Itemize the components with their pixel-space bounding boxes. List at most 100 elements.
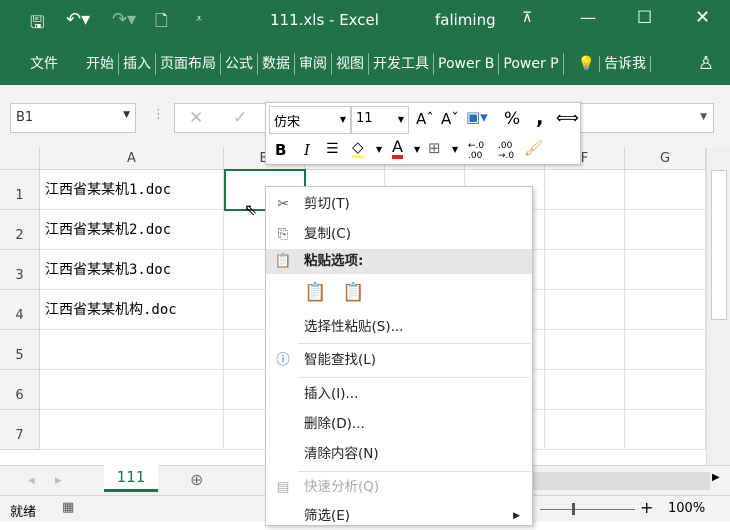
comma-style-button[interactable]: , [536, 105, 544, 129]
format-painter-icon[interactable]: 🖌 [524, 139, 543, 157]
tab-page-layout[interactable]: 页面布局 [156, 52, 221, 75]
chevron-down-icon[interactable]: ▼ [414, 145, 420, 154]
paste-values-icon[interactable]: 📋 [342, 282, 364, 303]
select-all[interactable] [0, 148, 40, 170]
tab-power-pivot[interactable]: Power P [499, 52, 564, 75]
cell-F1[interactable] [545, 170, 625, 210]
scroll-thumb[interactable] [711, 170, 727, 320]
font-name-select[interactable]: 仿宋 ▼ [269, 106, 351, 134]
cell-A7[interactable] [40, 410, 224, 450]
decrease-font-icon[interactable]: Aˇ [441, 110, 459, 128]
row-header-6[interactable]: 6 [0, 370, 40, 410]
font-color-button[interactable]: A [392, 138, 403, 159]
tab-data[interactable]: 数据 [258, 52, 295, 75]
cell-F5[interactable] [545, 330, 625, 370]
macro-record-icon[interactable]: ▦ [62, 500, 74, 515]
cell-F3[interactable] [545, 250, 625, 290]
customize-qat-icon[interactable]: ⩡ [196, 12, 202, 26]
tab-developer[interactable]: 开发工具 [369, 52, 434, 75]
menu-copy[interactable]: ⎘ 复制(C) [266, 220, 532, 248]
chevron-down-icon[interactable]: ▼ [452, 145, 458, 154]
menu-quick-analysis[interactable]: ▤ 快速分析(Q) [266, 473, 532, 501]
minimize-button[interactable]: — [580, 8, 596, 27]
redo-icon[interactable]: ↷▾ [112, 9, 136, 30]
italic-button[interactable]: I [304, 141, 310, 159]
cell-G2[interactable] [625, 210, 706, 250]
font-size-select[interactable]: 11 ▼ [351, 106, 409, 134]
cell-F6[interactable] [545, 370, 625, 410]
menu-insert[interactable]: 插入(I)... [266, 380, 532, 408]
cell-G3[interactable] [625, 250, 706, 290]
cell-F2[interactable] [545, 210, 625, 250]
cell-G1[interactable] [625, 170, 706, 210]
tab-home[interactable]: 开始 [82, 52, 119, 75]
increase-font-icon[interactable]: Aˆ [416, 110, 434, 128]
row-header-4[interactable]: 4 [0, 290, 40, 330]
row-header-5[interactable]: 5 [0, 330, 40, 370]
tab-file[interactable]: 文件 [26, 53, 62, 75]
merge-center-icon[interactable]: ⟺ [556, 108, 579, 127]
percent-button[interactable]: % [504, 109, 520, 129]
paste-icon[interactable]: 📋 [304, 282, 326, 303]
zoom-slider-thumb[interactable] [572, 503, 575, 515]
tell-me[interactable]: 💡 告诉我 [570, 53, 655, 75]
cell-F4[interactable] [545, 290, 625, 330]
tab-formulas[interactable]: 公式 [221, 52, 258, 75]
cell-G7[interactable] [625, 410, 706, 450]
menu-cut[interactable]: ✂ 剪切(T) [266, 190, 532, 218]
share-icon[interactable]: ♙ [694, 53, 718, 75]
cell-G5[interactable] [625, 330, 706, 370]
cell-G6[interactable] [625, 370, 706, 410]
name-box[interactable]: B1 ▼ [10, 103, 136, 133]
fill-color-icon[interactable]: ◇ [352, 139, 364, 158]
user-name[interactable]: faliming [435, 11, 496, 29]
row-header-7[interactable]: 7 [0, 410, 40, 450]
close-button[interactable]: ✕ [695, 7, 710, 28]
zoom-slider[interactable] [540, 509, 635, 510]
align-center-icon[interactable]: ☰ [326, 141, 339, 157]
sheet-tab-111[interactable]: 111 [104, 465, 158, 492]
cell-A3[interactable]: 江西省某某机3.doc [40, 250, 224, 290]
enter-icon[interactable]: ✓ [233, 108, 247, 128]
cell-F7[interactable] [545, 410, 625, 450]
menu-paste-special[interactable]: 选择性粘贴(S)... [266, 313, 532, 341]
cell-A1[interactable]: 江西省某某机1.doc [40, 170, 224, 210]
menu-delete[interactable]: 删除(D)... [266, 410, 532, 438]
row-header-2[interactable]: 2 [0, 210, 40, 250]
scroll-right-icon[interactable]: ▸ [55, 473, 62, 488]
row-header-1[interactable]: 1 [0, 170, 40, 210]
tab-power-bi[interactable]: Power B [434, 52, 500, 75]
tab-review[interactable]: 审阅 [295, 52, 332, 75]
cell-A4[interactable]: 江西省某某机构.doc [40, 290, 224, 330]
save-icon[interactable]: 🖫 [30, 10, 44, 39]
scroll-left-icon[interactable]: ◂ [28, 473, 35, 488]
tab-insert[interactable]: 插入 [119, 52, 156, 75]
menu-filter[interactable]: 筛选(E) ▶ [266, 502, 532, 530]
cell-G4[interactable] [625, 290, 706, 330]
vertical-scrollbar[interactable] [706, 148, 730, 465]
increase-decimal-button[interactable]: ←.0 .00 [468, 141, 490, 161]
chevron-down-icon[interactable]: ▼ [376, 145, 382, 154]
row-header-3[interactable]: 3 [0, 250, 40, 290]
column-header-A[interactable]: A [40, 148, 224, 170]
undo-icon[interactable]: ↶▾ [66, 9, 90, 30]
horizontal-scrollbar[interactable] [530, 472, 710, 490]
menu-clear-contents[interactable]: 清除内容(N) [266, 440, 532, 468]
cell-A2[interactable]: 江西省某某机2.doc [40, 210, 224, 250]
print-preview-icon[interactable]: 🗋 [155, 10, 168, 37]
zoom-level[interactable]: 100% [668, 501, 705, 516]
expand-formula-icon[interactable]: ▼ [700, 112, 707, 122]
cancel-icon[interactable]: ✕ [189, 108, 203, 128]
accounting-format-icon[interactable]: ▣▾ [466, 108, 488, 126]
borders-icon[interactable]: ⊞ [428, 139, 441, 157]
scroll-right-arrow-icon[interactable]: ▶ [712, 472, 720, 483]
bold-button[interactable]: B [275, 141, 286, 159]
menu-smart-lookup[interactable]: ⓘ 智能查找(L) [266, 346, 532, 374]
cell-A5[interactable] [40, 330, 224, 370]
maximize-button[interactable]: ☐ [637, 8, 652, 28]
tab-view[interactable]: 视图 [332, 52, 369, 75]
cell-A6[interactable] [40, 370, 224, 410]
add-sheet-icon[interactable]: ⊕ [190, 470, 203, 489]
column-header-G[interactable]: G [625, 148, 706, 170]
zoom-in-icon[interactable]: + [640, 498, 653, 517]
